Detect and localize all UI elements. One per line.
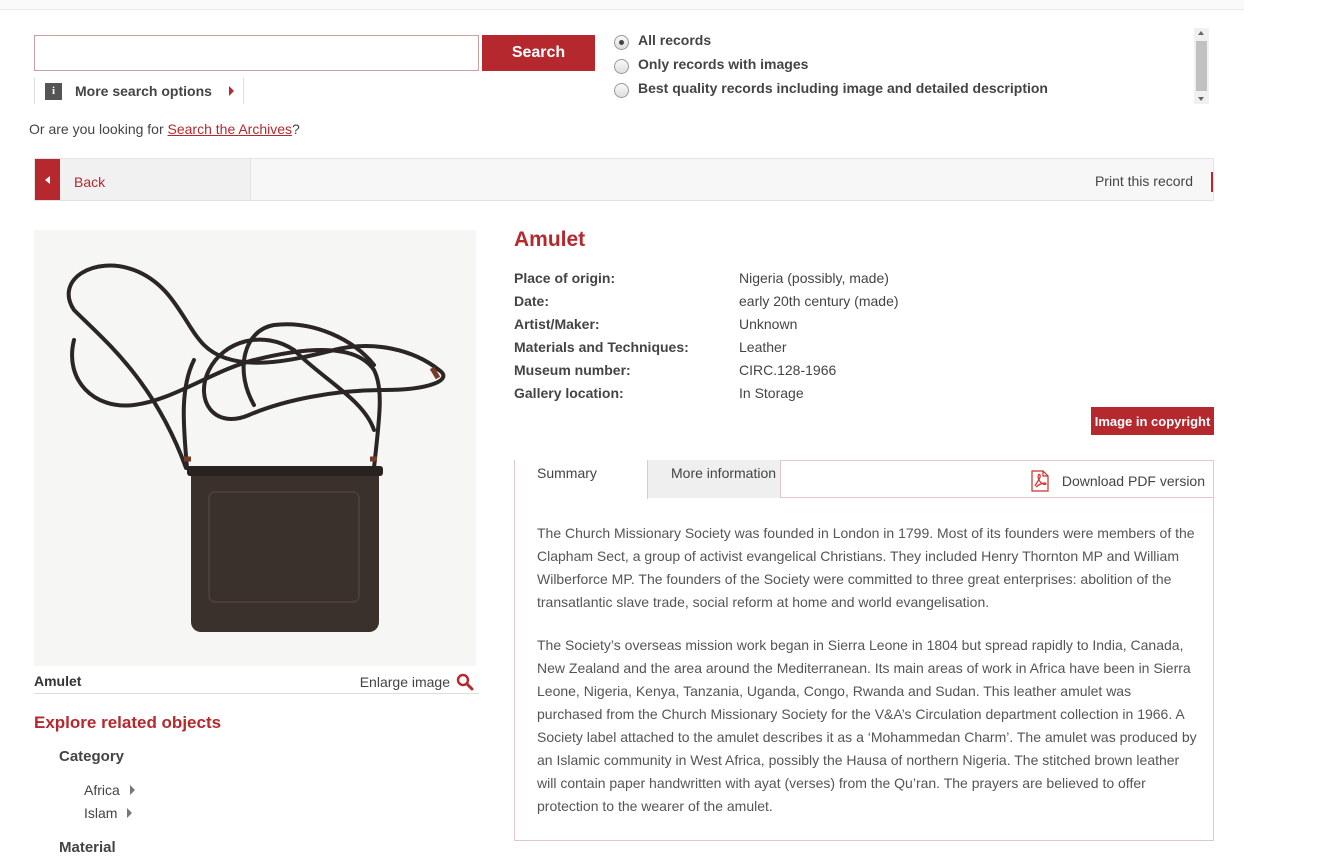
- more-search-options-toggle[interactable]: i More search options: [34, 78, 244, 104]
- material-heading: Material: [59, 839, 116, 856]
- detail-row: Museum number: CIRC.128-1966: [514, 362, 899, 385]
- more-search-options-label: More search options: [75, 83, 212, 99]
- archives-prompt-prefix: Or are you looking for: [29, 121, 168, 137]
- scroll-up-arrow-icon[interactable]: [1198, 31, 1204, 35]
- detail-row: Artist/Maker: Unknown: [514, 316, 899, 339]
- back-button[interactable]: Back: [35, 159, 251, 200]
- back-arrow-box: [35, 159, 60, 200]
- radio-option-best-quality[interactable]: Best quality records including image and…: [614, 76, 1048, 100]
- print-edge-marker: [1211, 172, 1213, 192]
- search-archives-link[interactable]: Search the Archives: [168, 121, 293, 137]
- detail-label: Museum number:: [514, 362, 631, 378]
- radio-button[interactable]: [614, 82, 629, 98]
- scroll-down-arrow-icon[interactable]: [1198, 97, 1204, 101]
- detail-label: Date:: [514, 293, 550, 309]
- radio-option-with-images[interactable]: Only records with images: [614, 52, 1048, 76]
- record-filter-radio-group: All records Only records with images Bes…: [614, 28, 1048, 100]
- chevron-right-icon: [228, 86, 234, 96]
- print-record-link[interactable]: Print this record: [1095, 173, 1193, 189]
- detail-row: Gallery location: In Storage: [514, 385, 899, 408]
- options-scrollbar[interactable]: [1194, 28, 1209, 104]
- download-pdf-link[interactable]: Download PDF version: [1030, 470, 1205, 492]
- summary-paragraph: The Society’s overseas mission work bega…: [537, 637, 1197, 814]
- summary-text: The Church Missionary Society was founde…: [537, 522, 1197, 838]
- radio-button[interactable]: [614, 34, 629, 50]
- archives-prompt-suffix: ?: [292, 121, 300, 137]
- tab-more-information[interactable]: More information: [648, 460, 781, 498]
- category-item-islam[interactable]: Islam: [84, 805, 133, 821]
- record-tabs: Summary More information Download PDF ve…: [514, 460, 1214, 841]
- explore-related-heading: Explore related objects: [34, 713, 222, 732]
- chevron-right-icon: [127, 808, 133, 818]
- radio-option-all-records[interactable]: All records: [614, 28, 1048, 52]
- summary-paragraph: The Church Missionary Society was founde…: [537, 525, 1195, 610]
- download-pdf-label: Download PDF version: [1061, 473, 1205, 489]
- image-copyright-button[interactable]: Image in copyright: [1091, 407, 1214, 435]
- image-caption-title: Amulet: [34, 673, 82, 689]
- detail-value: early 20th century (made): [739, 293, 899, 309]
- scrollbar-thumb[interactable]: [1196, 41, 1207, 91]
- radio-label: Best quality records including image and…: [638, 80, 1048, 96]
- detail-label: Materials and Techniques:: [514, 339, 689, 355]
- pdf-icon: [1031, 470, 1049, 492]
- tabs-bar: Summary More information Download PDF ve…: [515, 460, 1213, 499]
- image-caption: Amulet Enlarge image: [34, 672, 479, 694]
- detail-label: Gallery location:: [514, 385, 624, 401]
- enlarge-image-label: Enlarge image: [359, 674, 450, 690]
- search-button[interactable]: Search: [482, 35, 595, 71]
- radio-label: All records: [638, 32, 712, 48]
- amulet-image: [34, 230, 476, 666]
- archives-prompt: Or are you looking for Search the Archiv…: [29, 121, 300, 137]
- detail-value: Unknown: [739, 316, 798, 332]
- category-heading: Category: [59, 748, 125, 765]
- magnifier-icon: [456, 673, 474, 691]
- back-label: Back: [74, 174, 106, 190]
- info-icon: i: [45, 82, 62, 100]
- tab-summary[interactable]: Summary: [515, 460, 648, 499]
- category-item-label: Africa: [84, 782, 120, 798]
- object-image[interactable]: [34, 230, 476, 666]
- chevron-right-icon: [129, 785, 135, 795]
- detail-value: Leather: [739, 339, 787, 355]
- enlarge-image-link[interactable]: Enlarge image: [360, 673, 474, 691]
- detail-label: Artist/Maker:: [514, 316, 600, 332]
- record-navbar: Back Print this record: [34, 158, 1214, 201]
- detail-value: In Storage: [739, 385, 804, 401]
- top-bar: [0, 0, 1244, 10]
- chevron-left-icon: [45, 176, 50, 184]
- detail-value: Nigeria (possibly, made): [739, 270, 889, 286]
- detail-value: CIRC.128-1966: [739, 362, 837, 378]
- object-title: Amulet: [514, 228, 586, 251]
- category-item-africa[interactable]: Africa: [84, 782, 135, 798]
- detail-row: Place of origin: Nigeria (possibly, made): [514, 270, 899, 293]
- object-details: Place of origin: Nigeria (possibly, made)…: [514, 270, 899, 408]
- category-item-label: Islam: [84, 805, 118, 821]
- detail-label: Place of origin:: [514, 270, 616, 286]
- detail-row: Materials and Techniques: Leather: [514, 339, 899, 362]
- radio-label: Only records with images: [638, 56, 809, 72]
- radio-button[interactable]: [614, 58, 629, 74]
- search-input[interactable]: [34, 35, 479, 71]
- detail-row: Date: early 20th century (made): [514, 293, 899, 316]
